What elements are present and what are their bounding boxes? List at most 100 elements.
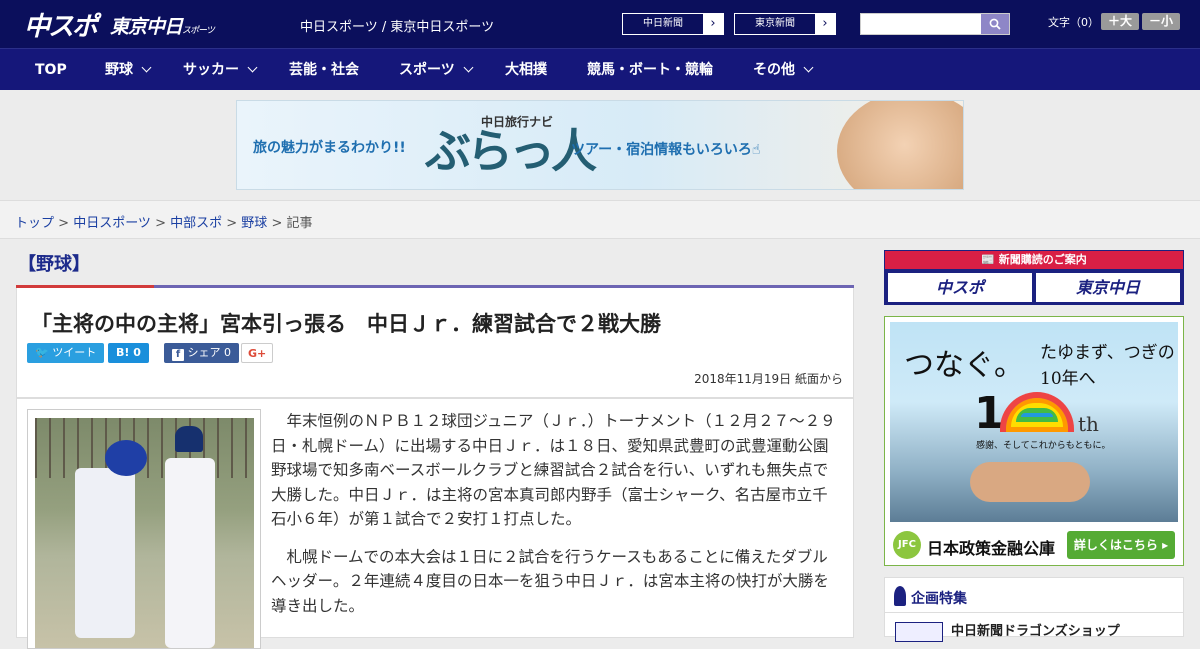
site-name[interactable]: 中日スポーツ / 東京中日スポーツ xyxy=(300,16,494,35)
ad-details-button[interactable]: 詳しくはこちら ▸ xyxy=(1067,531,1175,559)
search-icon xyxy=(989,18,1001,30)
ad-caption: 感謝、そしてこれからもともに。 xyxy=(976,441,1111,451)
rainbow-icon xyxy=(1000,392,1074,432)
breadcrumb-bar: トップ > 中日スポーツ > 中部スポ > 野球 > 記事 xyxy=(0,200,1200,239)
article-date: 2018年11月19日 紙面から xyxy=(694,372,843,386)
tokyo-shimbun-button[interactable]: 東京新聞 › xyxy=(734,13,836,35)
article-text: 年末恒例のＮＰＢ１２球団ジュニア（Ｊｒ．）トーナメント（１２月２７～２９日・札幌… xyxy=(271,409,841,631)
hatena-icon: B! xyxy=(116,346,130,359)
chunichi-shimbun-button[interactable]: 中日新聞 › xyxy=(622,13,724,35)
subscription-header-text: 新聞購読のご案内 xyxy=(998,253,1087,266)
breadcrumb-sep: > xyxy=(222,216,242,231)
article-paragraph: 札幌ドームでの本大会は１日に２試合を行うケースもあることに備えたダブルヘッダー。… xyxy=(271,547,829,615)
top-header: 中スポ 東京中日スポーツ 中日スポーツ / 東京中日スポーツ 中日新聞 › 東京… xyxy=(0,0,1200,48)
nav-item-baseball[interactable]: 野球 xyxy=(105,49,152,91)
ad-th: th xyxy=(1078,412,1099,436)
banner-brand-small: 中日旅行ナビ xyxy=(481,115,554,129)
google-plus-button[interactable]: G+ xyxy=(241,343,274,363)
article-paragraph: 年末恒例のＮＰＢ１２球団ジュニア（Ｊｒ．）トーナメント（１２月２７～２９日・札幌… xyxy=(271,412,836,528)
breadcrumb-sep: > xyxy=(150,216,171,231)
ad-zone: 旅の魅力がまるわかり!! ぶらっ人 中日旅行ナビ ツアー・宿泊情報もいろいろ☝ xyxy=(0,90,1200,200)
chunichi-shimbun-label: 中日新聞 xyxy=(643,18,683,29)
nav-item-label: その他 xyxy=(753,62,795,78)
subscribe-chuspo-button[interactable]: 中スポ xyxy=(888,273,1032,302)
jfc-logo: JFC xyxy=(893,531,921,559)
font-size-label: 文字（0） xyxy=(1048,16,1099,29)
tweet-button[interactable]: 🐦 ツイート xyxy=(27,343,105,363)
photo-batter xyxy=(75,468,135,638)
breadcrumb-chunichi-sports[interactable]: 中日スポーツ xyxy=(73,216,151,231)
banner-left-text: 旅の魅力がまるわかり!! xyxy=(253,140,406,156)
chevron-down-icon xyxy=(247,62,258,73)
nav-item-other[interactable]: その他 xyxy=(753,49,814,91)
tokyo-chunichi-logo-small: スポーツ xyxy=(182,26,215,36)
chevron-down-icon xyxy=(463,62,474,73)
subscribe-tokyo-chunichi-button[interactable]: 東京中日 xyxy=(1036,273,1180,302)
nav-item-sumo[interactable]: 大相撲 xyxy=(505,49,547,91)
tokyo-shimbun-label: 東京新聞 xyxy=(755,18,795,29)
chevron-right-icon: › xyxy=(815,14,835,34)
ribbon-icon xyxy=(894,586,906,606)
photo-coach-cap xyxy=(175,426,203,452)
hatena-count: 0 xyxy=(133,346,141,359)
breadcrumb-sep: > xyxy=(54,216,74,231)
nav-item-label: スポーツ xyxy=(399,62,455,78)
chevron-right-icon: › xyxy=(703,14,723,34)
article-body: 年末恒例のＮＰＢ１２球団ジュニア（Ｊｒ．）トーナメント（１２月２７～２９日・札幌… xyxy=(16,398,854,649)
subscription-header: 📰 新聞購読のご案内 xyxy=(885,251,1183,269)
article-headline: 「主将の中の主将」宮本引っ張る 中日Ｊｒ．練習試合で２戦大勝 xyxy=(31,312,661,336)
nav-item-label: 大相撲 xyxy=(505,62,547,78)
breadcrumb-sep: > xyxy=(267,216,287,231)
search-button[interactable] xyxy=(981,14,1009,34)
ad-title-main: つなぐ。 xyxy=(904,348,1024,383)
font-larger-button[interactable]: ＋大 xyxy=(1101,13,1139,30)
article-header: 「主将の中の主将」宮本引っ張る 中日Ｊｒ．練習試合で２戦大勝 🐦 ツイート B!… xyxy=(16,288,854,398)
ad-visual: つなぐ。 たゆまず、つぎの10年へ 1 th 感謝、そしてこれからもともに。 xyxy=(890,322,1178,522)
nav-item-soccer[interactable]: サッカー xyxy=(183,49,258,91)
breadcrumb-chubu-sports[interactable]: 中部スポ xyxy=(170,216,222,231)
chuspo-logo[interactable]: 中スポ xyxy=(24,6,98,43)
article-photo-frame[interactable] xyxy=(27,409,261,649)
nav-item-label: 野球 xyxy=(105,62,133,78)
category-label: 【野球】 xyxy=(18,254,90,275)
breadcrumb-top[interactable]: トップ xyxy=(15,216,54,231)
tweet-label: ツイート xyxy=(52,346,97,359)
twitter-bird-icon: 🐦 xyxy=(35,346,49,359)
chevron-down-icon xyxy=(141,62,152,73)
travel-navi-banner-ad[interactable]: 旅の魅力がまるわかり!! ぶらっ人 中日旅行ナビ ツアー・宿泊情報もいろいろ☝ xyxy=(236,100,964,190)
chevron-down-icon xyxy=(803,62,814,73)
woman-photo xyxy=(837,101,963,189)
hatena-bookmark-button[interactable]: B! 0 xyxy=(108,343,149,363)
breadcrumb: トップ > 中日スポーツ > 中部スポ > 野球 > 記事 xyxy=(15,212,313,231)
newspaper-icon: 📰 xyxy=(981,253,995,266)
nav-item-label: サッカー xyxy=(183,62,239,78)
feature-divider xyxy=(885,612,1183,613)
main-nav: TOP 野球 サッカー 芸能・社会 スポーツ 大相撲 競馬・ボート・競輪 その他 xyxy=(0,48,1200,90)
ad-title-sub: たゆまず、つぎの10年へ xyxy=(1040,343,1175,389)
font-smaller-button[interactable]: －小 xyxy=(1142,13,1180,30)
feature-heading: 企画特集 xyxy=(911,591,967,607)
subscription-box: 📰 新聞購読のご案内 中スポ 東京中日 xyxy=(884,250,1184,305)
search-input[interactable] xyxy=(860,13,1010,35)
baseball-player-photo xyxy=(35,418,254,648)
tokyo-chunichi-logo[interactable]: 東京中日スポーツ xyxy=(110,12,215,39)
facebook-share-button[interactable]: f シェア 0 xyxy=(164,343,239,363)
feature-box: 企画特集 中日新聞ドラゴンズショップ xyxy=(884,577,1184,642)
photo-coach xyxy=(165,458,215,648)
nav-item-racing[interactable]: 競馬・ボート・競輪 xyxy=(587,49,713,91)
breadcrumb-baseball[interactable]: 野球 xyxy=(241,216,267,231)
nav-item-label: TOP xyxy=(35,62,67,78)
handshake-image xyxy=(970,462,1090,502)
nav-item-sports[interactable]: スポーツ xyxy=(399,49,474,91)
facebook-label: シェア xyxy=(187,346,221,359)
breadcrumb-current: 記事 xyxy=(286,216,313,231)
nav-item-top[interactable]: TOP xyxy=(35,49,67,91)
photo-fence xyxy=(35,418,254,478)
facebook-icon: f xyxy=(172,349,184,361)
banner-right-text: ツアー・宿泊情報もいろいろ☝ xyxy=(571,142,761,158)
tokyo-chunichi-logo-text: 東京中日 xyxy=(110,16,183,38)
jfc-sidebar-ad[interactable]: つなぐ。 たゆまず、つぎの10年へ 1 th 感謝、そしてこれからもともに。 J… xyxy=(884,316,1184,566)
nav-item-entertainment[interactable]: 芸能・社会 xyxy=(289,49,359,91)
feature-thumbnail[interactable] xyxy=(895,622,943,642)
ad-org-name: 日本政策金融公庫 xyxy=(927,539,1056,558)
